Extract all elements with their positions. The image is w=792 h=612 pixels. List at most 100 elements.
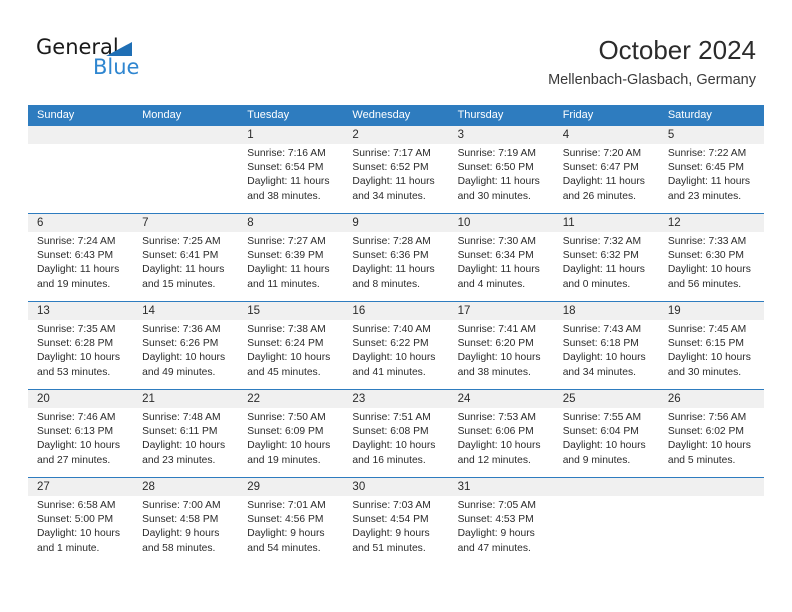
day-details: Sunrise: 6:58 AM Sunset: 5:00 PM Daylight:… — [28, 496, 133, 556]
calendar-day-cell[interactable]: 8 Sunrise: 7:27 AM Sunset: 6:39 PM Daylight… — [238, 214, 344, 301]
calendar-day-cell[interactable]: 30 Sunrise: 7:03 AM Sunset: 4:54 PM Dayligh… — [343, 478, 449, 566]
day-detail-line: Daylight: 11 hours — [457, 176, 540, 188]
day-detail-line: Sunrise: 7:19 AM — [457, 148, 536, 159]
calendar-day-cell[interactable]: 28 Sunrise: 7:00 AM Sunset: 4:58 PM Dayligh… — [133, 478, 239, 566]
day-detail-line: Sunset: 6:13 PM — [37, 426, 114, 438]
calendar-day-cell[interactable]: 17 Sunrise: 7:41 AM Sunset: 6:20 PM Dayligh… — [448, 302, 554, 389]
calendar-page: General Blue October 2024 Mellenbach-Gla… — [0, 0, 792, 612]
calendar-day-cell[interactable]: 26 Sunrise: 7:56 AM Sunset: 6:02 PM Dayligh… — [658, 390, 764, 477]
calendar-day-cell[interactable]: 3 Sunrise: 7:19 AM Sunset: 6:50 PM Daylight… — [448, 126, 554, 213]
day-detail-line: and 4 minutes. — [457, 278, 526, 290]
day-detail-line: Sunrise: 7:17 AM — [352, 148, 431, 159]
calendar-day-cell[interactable]: 21 Sunrise: 7:48 AM Sunset: 6:11 PM Dayligh… — [133, 390, 239, 477]
calendar-day-cell[interactable]: 29 Sunrise: 7:01 AM Sunset: 4:56 PM Dayligh… — [238, 478, 344, 566]
day-number: 24 — [448, 390, 554, 408]
day-detail-line: and 45 minutes. — [247, 366, 321, 378]
calendar-week-row: 13 Sunrise: 7:35 AM Sunset: 6:28 PM Dayligh… — [28, 302, 764, 390]
day-detail-line: and 34 minutes. — [352, 190, 426, 202]
calendar-day-cell[interactable]: 2 Sunrise: 7:17 AM Sunset: 6:52 PM Daylight… — [343, 126, 449, 213]
day-number: 26 — [658, 390, 764, 408]
day-detail-line: Daylight: 11 hours — [352, 264, 435, 276]
calendar-day-cell[interactable]: 20 Sunrise: 7:46 AM Sunset: 6:13 PM Dayligh… — [28, 390, 134, 477]
day-detail-line: and 26 minutes. — [562, 190, 636, 202]
day-detail-line: Daylight: 10 hours — [37, 440, 120, 452]
general-blue-logo[interactable]: General Blue — [36, 36, 196, 86]
day-detail-line: Daylight: 11 hours — [142, 264, 225, 276]
day-detail-line: Daylight: 10 hours — [37, 528, 120, 540]
day-detail-line: Sunset: 6:15 PM — [667, 338, 744, 350]
day-detail-line: and 5 minutes. — [667, 454, 736, 466]
calendar-day-cell[interactable]: 27 Sunrise: 6:58 AM Sunset: 5:00 PM Dayligh… — [28, 478, 134, 566]
day-detail-line: Sunrise: 7:56 AM — [667, 412, 747, 423]
day-detail-line: Sunset: 6:08 PM — [352, 426, 429, 438]
calendar-day-cell[interactable]: 4 Sunrise: 7:20 AM Sunset: 6:47 PM Daylight… — [553, 126, 659, 213]
day-number: 23 — [343, 390, 449, 408]
day-details: Sunrise: 7:19 AM Sunset: 6:50 PM Daylight:… — [449, 144, 554, 204]
calendar-day-cell[interactable]: 11 Sunrise: 7:32 AM Sunset: 6:32 PM Dayligh… — [553, 214, 659, 301]
day-details: Sunrise: 7:35 AM Sunset: 6:28 PM Daylight:… — [28, 320, 133, 380]
calendar-day-cell[interactable]: 1 Sunrise: 7:16 AM Sunset: 6:54 PM Daylight… — [238, 126, 344, 213]
day-detail-line: Sunset: 6:39 PM — [247, 250, 324, 262]
calendar-day-cell[interactable]: 24 Sunrise: 7:53 AM Sunset: 6:06 PM Dayligh… — [448, 390, 554, 477]
day-details: Sunrise: 7:48 AM Sunset: 6:11 PM Daylight:… — [133, 408, 238, 468]
day-detail-line: and 0 minutes. — [562, 278, 631, 290]
calendar-day-cell[interactable]: 13 Sunrise: 7:35 AM Sunset: 6:28 PM Dayligh… — [28, 302, 134, 389]
calendar-day-cell[interactable]: 25 Sunrise: 7:55 AM Sunset: 6:04 PM Dayligh… — [553, 390, 659, 477]
calendar-day-cell[interactable]: 10 Sunrise: 7:30 AM Sunset: 6:34 PM Dayligh… — [448, 214, 554, 301]
day-details: Sunrise: 7:51 AM Sunset: 6:08 PM Daylight:… — [343, 408, 448, 468]
day-detail-line: Sunrise: 7:16 AM — [247, 148, 326, 159]
day-detail-line: Daylight: 11 hours — [457, 264, 540, 276]
day-detail-line: Sunset: 6:06 PM — [457, 426, 534, 438]
day-detail-line: and 30 minutes. — [667, 366, 742, 378]
day-details: Sunrise: 7:03 AM Sunset: 4:54 PM Daylight:… — [343, 496, 448, 556]
day-number: 29 — [238, 478, 344, 496]
day-details: Sunrise: 7:46 AM Sunset: 6:13 PM Daylight:… — [28, 408, 133, 468]
day-number — [133, 126, 239, 144]
day-detail-line: Sunset: 6:45 PM — [667, 162, 744, 174]
day-number: 3 — [448, 126, 554, 144]
day-detail-line: and 9 minutes. — [562, 454, 631, 466]
day-detail-line: Sunset: 4:56 PM — [247, 514, 324, 526]
calendar-day-cell-empty — [28, 126, 134, 213]
day-details: Sunrise: 7:36 AM Sunset: 6:26 PM Daylight:… — [133, 320, 238, 380]
calendar-day-cell[interactable]: 15 Sunrise: 7:38 AM Sunset: 6:24 PM Dayligh… — [238, 302, 344, 389]
day-detail-line: and 34 minutes. — [562, 366, 636, 378]
calendar-day-cell[interactable]: 6 Sunrise: 7:24 AM Sunset: 6:43 PM Daylight… — [28, 214, 134, 301]
weekday-header-wednesday: Wednesday — [352, 109, 411, 121]
day-detail-line: Sunrise: 7:03 AM — [352, 500, 431, 511]
day-detail-line: Daylight: 10 hours — [457, 352, 541, 364]
day-detail-line: Sunrise: 7:05 AM — [457, 500, 536, 511]
weekday-header-friday: Friday — [562, 109, 594, 121]
day-detail-line: and 47 minutes. — [457, 542, 531, 554]
day-number: 2 — [343, 126, 449, 144]
day-number: 12 — [658, 214, 764, 232]
day-detail-line: Sunrise: 7:32 AM — [562, 236, 642, 247]
calendar-day-cell[interactable]: 12 Sunrise: 7:33 AM Sunset: 6:30 PM Dayligh… — [658, 214, 764, 301]
day-detail-line: Sunrise: 7:41 AM — [457, 324, 536, 335]
calendar-day-cell[interactable]: 14 Sunrise: 7:36 AM Sunset: 6:26 PM Dayligh… — [133, 302, 239, 389]
calendar-day-cell[interactable]: 23 Sunrise: 7:51 AM Sunset: 6:08 PM Dayligh… — [343, 390, 449, 477]
calendar-day-cell[interactable]: 18 Sunrise: 7:43 AM Sunset: 6:18 PM Dayligh… — [553, 302, 659, 389]
calendar-day-cell[interactable]: 22 Sunrise: 7:50 AM Sunset: 6:09 PM Dayligh… — [238, 390, 344, 477]
calendar-day-cell[interactable]: 16 Sunrise: 7:40 AM Sunset: 6:22 PM Dayligh… — [343, 302, 449, 389]
calendar-day-cell[interactable]: 19 Sunrise: 7:45 AM Sunset: 6:15 PM Dayligh… — [658, 302, 764, 389]
day-detail-line: and 8 minutes. — [352, 278, 420, 290]
day-detail-line: Daylight: 10 hours — [667, 264, 751, 276]
day-number: 21 — [133, 390, 239, 408]
calendar-week-row: 27 Sunrise: 6:58 AM Sunset: 5:00 PM Dayligh… — [28, 478, 764, 566]
weekday-header-sunday: Sunday — [37, 109, 75, 121]
day-detail-line: Sunset: 4:53 PM — [457, 514, 534, 526]
calendar-day-cell[interactable]: 5 Sunrise: 7:22 AM Sunset: 6:45 PM Daylight… — [658, 126, 764, 213]
day-details: Sunrise: 7:27 AM Sunset: 6:39 PM Daylight:… — [238, 232, 343, 292]
calendar-day-cell[interactable]: 7 Sunrise: 7:25 AM Sunset: 6:41 PM Daylight… — [133, 214, 239, 301]
calendar-day-cell[interactable]: 9 Sunrise: 7:28 AM Sunset: 6:36 PM Daylight… — [343, 214, 449, 301]
day-detail-line: and 23 minutes. — [142, 454, 216, 466]
day-number: 22 — [238, 390, 344, 408]
day-detail-line: Sunset: 6:32 PM — [562, 250, 639, 262]
weekday-header-row: Sunday Monday Tuesday Wednesday Thursday Frid… — [28, 105, 764, 126]
calendar-day-cell[interactable]: 31 Sunrise: 7:05 AM Sunset: 4:53 PM Dayligh… — [448, 478, 554, 566]
day-detail-line: and 38 minutes. — [457, 366, 531, 378]
day-detail-line: Sunset: 6:26 PM — [142, 338, 219, 350]
day-number: 1 — [238, 126, 344, 144]
weekday-header-thursday: Thursday — [457, 109, 504, 121]
